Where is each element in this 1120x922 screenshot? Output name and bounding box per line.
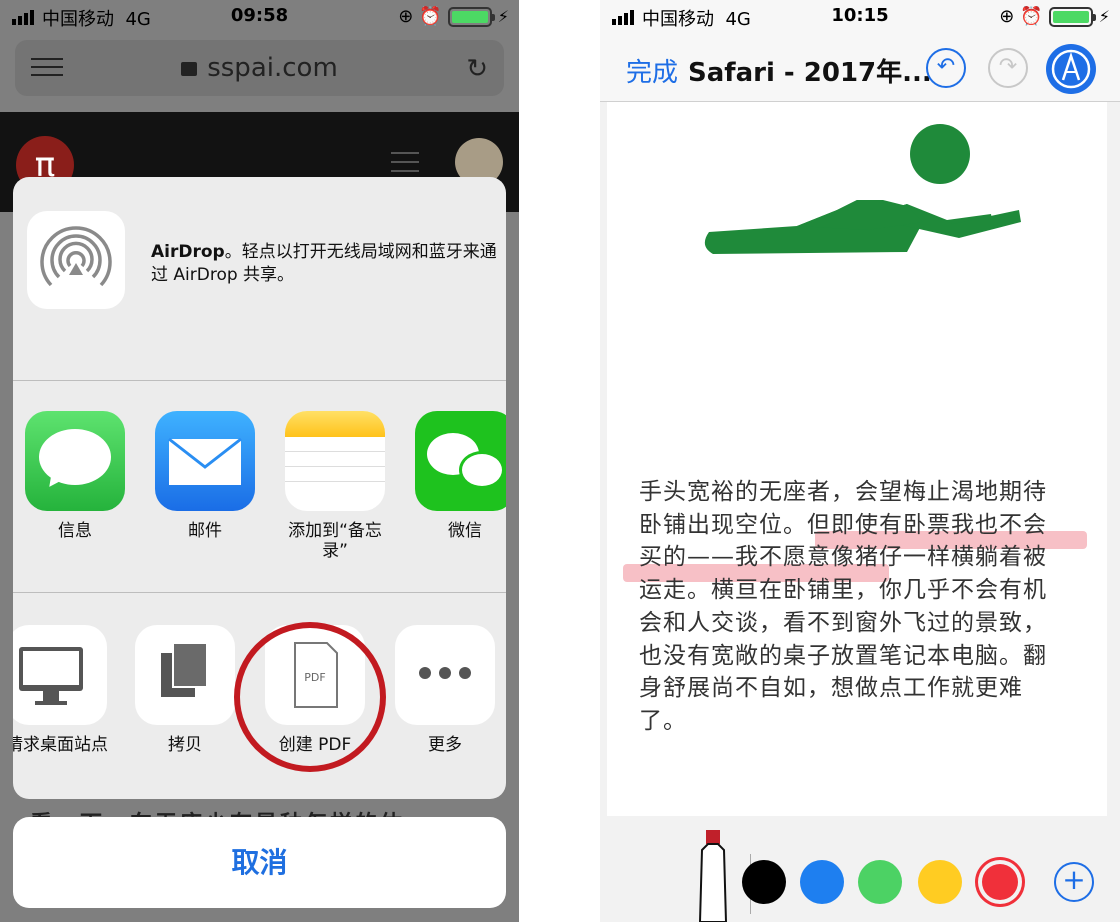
color-swatch-blue[interactable]: [800, 860, 844, 904]
url-text: sspai.com: [207, 53, 338, 83]
action-label: 拷贝: [168, 735, 202, 755]
markup-pen-icon: [1051, 49, 1091, 89]
app-label: 信息: [58, 521, 92, 541]
right-screen: 中国移动 4G 10:15 ⊕ ⏰ ⚡ 完成 Safari - 2017年...…: [600, 0, 1120, 922]
cancel-button[interactable]: 取消: [13, 817, 506, 908]
action-request-desktop[interactable]: 请求桌面站点: [13, 625, 109, 755]
document-page: 手头宽裕的无座者，会望梅止渴地期待 卧铺出现空位。但即使有卧票我也不会 买的——…: [607, 102, 1107, 816]
action-copy[interactable]: 拷贝: [133, 625, 237, 755]
action-more[interactable]: 更多: [393, 625, 497, 755]
text-line: 身舒展尚不自如，想做点工作就更难: [639, 675, 1023, 702]
sleeping-figure-illustration: [704, 124, 1021, 254]
marker-tool-icon[interactable]: [694, 816, 734, 922]
site-menu-icon: [391, 152, 419, 179]
redo-icon: ↷: [998, 54, 1018, 79]
app-label: 邮件: [188, 521, 222, 541]
alarm-icon: ⏰: [1020, 6, 1043, 27]
copy-icon: [135, 625, 235, 725]
markup-toolbar: +: [600, 816, 1120, 922]
share-app-messages[interactable]: 信息: [23, 411, 127, 541]
left-screen: 中国移动 4G 09:58 ⊕ ⏰ ⚡ sspai.com ↻ π AirDro…: [0, 0, 519, 922]
highlight-circle: [234, 622, 386, 772]
color-swatch-yellow[interactable]: [918, 860, 962, 904]
document-title: Safari - 2017年...: [688, 58, 932, 88]
desktop-icon: [13, 625, 107, 725]
text-line: 运走。横亘在卧铺里，你几乎不会有机: [639, 577, 1047, 604]
share-app-notes[interactable]: 添加到“备忘录”: [283, 411, 387, 561]
undo-icon: ↶: [936, 54, 956, 79]
share-app-wechat[interactable]: 微信: [413, 411, 506, 541]
done-button[interactable]: 完成: [626, 52, 678, 89]
app-label: 添加到“备忘录”: [288, 521, 382, 561]
airdrop-description: AirDrop。轻点以打开无线局域网和蓝牙来通过 AirDrop 共享。: [151, 242, 497, 285]
airdrop-section[interactable]: AirDrop。轻点以打开无线局域网和蓝牙来通过 AirDrop 共享。: [13, 177, 506, 381]
undo-button[interactable]: ↶: [926, 48, 966, 88]
address-bar[interactable]: sspai.com ↻: [15, 40, 504, 96]
wechat-icon: [415, 411, 506, 511]
text-line: 了。: [639, 707, 687, 734]
battery-icon: [1048, 6, 1096, 27]
app-label: 微信: [448, 521, 482, 541]
markup-pen-button[interactable]: [1046, 44, 1096, 94]
redo-button[interactable]: ↷: [988, 48, 1028, 88]
charging-icon: ⚡: [497, 7, 509, 26]
status-bar: 中国移动 4G 09:58 ⊕ ⏰ ⚡: [0, 0, 519, 34]
color-swatch-green[interactable]: [858, 860, 902, 904]
airdrop-icon[interactable]: [27, 211, 125, 309]
battery-icon: [447, 6, 495, 27]
more-icon: [395, 625, 495, 725]
messages-icon: [25, 411, 125, 511]
notes-icon: [285, 411, 385, 511]
markup-header: 完成 Safari - 2017年... ↶ ↷: [600, 34, 1120, 102]
text-line: 卧铺出现空位。但即使有卧票我也不会: [639, 511, 1047, 538]
mail-icon: [155, 411, 255, 511]
share-apps-row: 信息 邮件 添加到“备忘录” 微信: [13, 381, 506, 593]
action-label: 更多: [428, 735, 462, 755]
text-line: 手头宽裕的无座者，会望梅止渴地期待: [639, 479, 1047, 505]
plus-icon: +: [1062, 863, 1086, 896]
add-shape-button[interactable]: +: [1054, 862, 1094, 902]
lock-icon: [181, 62, 198, 76]
rotation-lock-icon: ⊕: [999, 6, 1015, 27]
color-swatch-black[interactable]: [742, 860, 786, 904]
charging-icon: ⚡: [1098, 7, 1110, 26]
document-text: 手头宽裕的无座者，会望梅止渴地期待 卧铺出现空位。但即使有卧票我也不会 买的——…: [639, 476, 1089, 738]
text-line: 买的——我不愿意像猪仔一样横躺着被: [639, 544, 1047, 571]
status-bar: 中国移动 4G 10:15 ⊕ ⏰ ⚡: [600, 0, 1120, 34]
color-swatch-red[interactable]: [978, 860, 1022, 904]
text-line: 会和人交谈，看不到窗外飞过的景致，: [639, 609, 1047, 636]
alarm-icon: ⏰: [419, 6, 442, 27]
reload-icon[interactable]: ↻: [466, 54, 488, 84]
rotation-lock-icon: ⊕: [398, 6, 414, 27]
text-line: 也没有宽敞的桌子放置笔记本电脑。翻: [639, 642, 1047, 669]
action-label: 请求桌面站点: [13, 735, 108, 755]
share-app-mail[interactable]: 邮件: [153, 411, 257, 541]
